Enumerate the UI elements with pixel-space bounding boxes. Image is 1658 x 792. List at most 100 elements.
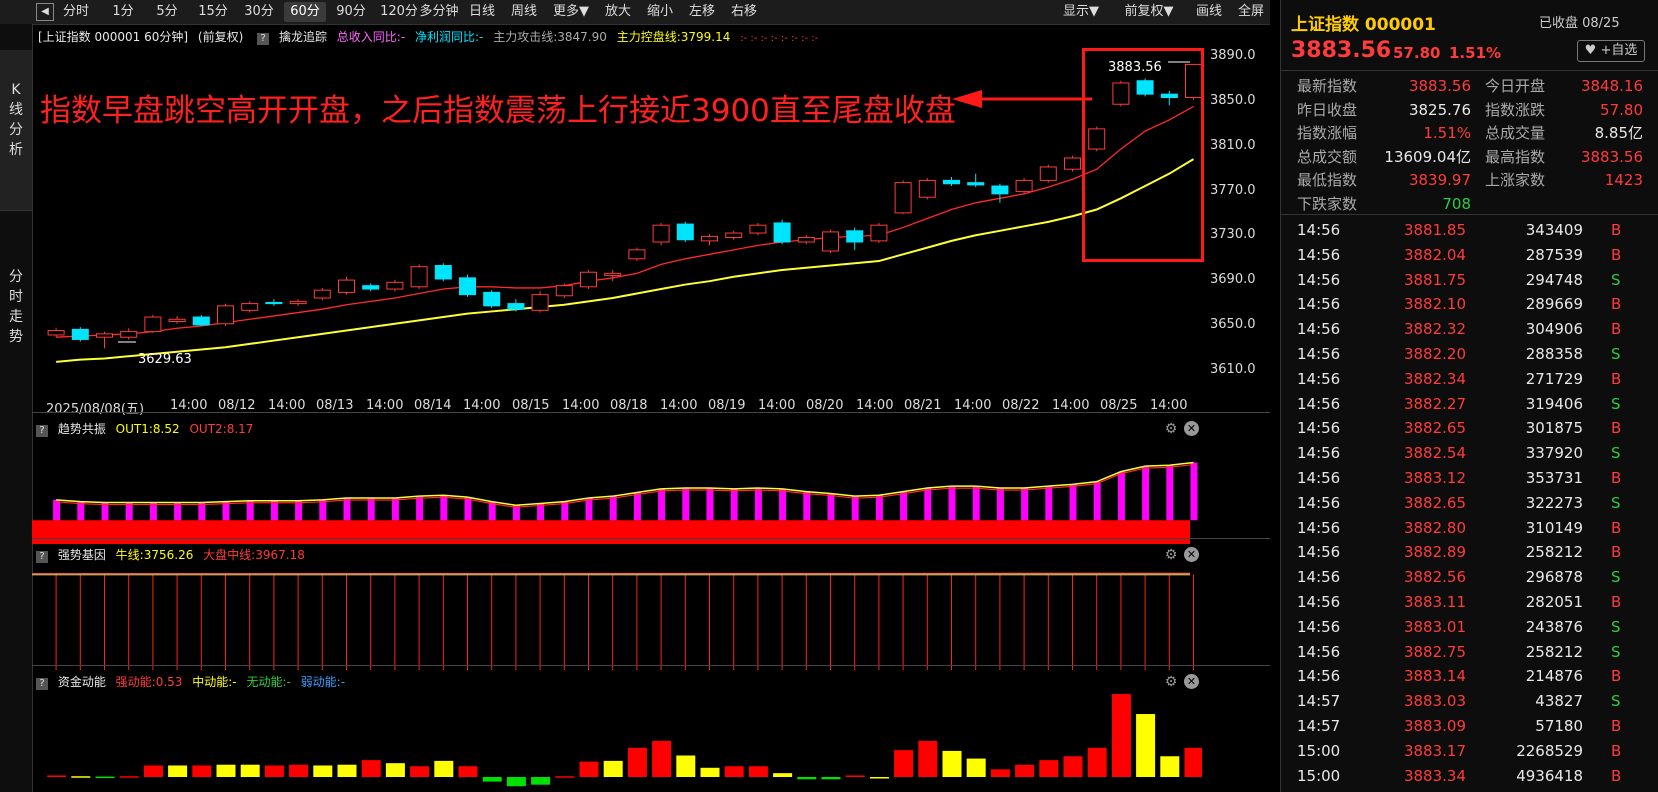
divider (1281, 214, 1658, 215)
tick-price: 3882.89 (1403, 543, 1466, 562)
indicator-bar (942, 750, 962, 777)
panel1-gear-icon[interactable]: ⚙ (1163, 421, 1179, 437)
tick-side: S (1611, 692, 1621, 711)
stat-value-right: 3883.56 (1580, 147, 1643, 166)
tick-row[interactable]: 14:56 3882.32 304906 B (1281, 317, 1658, 341)
candle-body (410, 266, 428, 288)
time-tick: 08/14 (414, 398, 452, 413)
stat-value-right: 8.85亿 (1594, 124, 1643, 142)
candle-body (47, 329, 65, 336)
indicator-bar (264, 765, 284, 777)
toolbar-button[interactable]: 显示▼ (1056, 2, 1106, 22)
stat-value-left: 708 (1442, 194, 1471, 213)
indicator-bar (972, 486, 980, 521)
attack-line-value: 主力攻击线:3847.90 (493, 30, 607, 44)
tick-row[interactable]: 14:56 3882.80 310149 B (1281, 516, 1658, 540)
toolbar-button[interactable]: 90分 (330, 2, 372, 22)
tick-price: 3882.65 (1403, 493, 1466, 512)
time-tick: 08/25 (1100, 398, 1138, 413)
tick-row[interactable]: 14:56 3883.12 353731 B (1281, 466, 1658, 490)
toolbar-button[interactable]: 全屏 (1232, 2, 1270, 22)
toolbar-button[interactable]: 周线 (504, 2, 544, 22)
tick-row[interactable]: 14:57 3883.03 43827 S (1281, 689, 1658, 713)
tick-row[interactable]: 14:56 3882.10 289669 B (1281, 292, 1658, 316)
toolbar-button[interactable]: 1分 (104, 2, 142, 22)
tick-volume: 282051 (1525, 593, 1583, 611)
toolbar-button[interactable]: 5分 (148, 2, 186, 22)
tick-time: 14:56 (1297, 320, 1341, 339)
toolbar-button[interactable]: 日线 (462, 2, 502, 22)
tab-timeshare[interactable]: 分 时 走 势 (0, 210, 32, 391)
tick-volume: 243876 (1525, 617, 1583, 636)
indicator-bar (561, 501, 569, 521)
panel2-close-icon[interactable]: ✕ (1184, 547, 1199, 562)
indicator-bar (803, 491, 811, 521)
tick-row[interactable]: 14:56 3882.54 337920 S (1281, 441, 1658, 465)
indicator-bar (603, 760, 623, 777)
tick-row[interactable]: 14:56 3882.56 296878 S (1281, 565, 1658, 589)
tick-row[interactable]: 14:56 3883.14 214876 B (1281, 664, 1658, 688)
tick-row[interactable]: 14:56 3882.89 258212 B (1281, 540, 1658, 564)
candle-body (652, 224, 670, 243)
indicator-bar (706, 488, 714, 521)
panel1-close-icon[interactable]: ✕ (1184, 421, 1199, 436)
toolbar-button[interactable]: 右移 (724, 2, 764, 22)
tick-row[interactable]: 14:56 3883.11 282051 B (1281, 590, 1658, 614)
tick-row[interactable]: 15:00 3883.34 4936418 B (1281, 764, 1658, 788)
tick-row[interactable]: 14:56 3882.65 301875 B (1281, 416, 1658, 440)
tick-time: 14:56 (1297, 667, 1341, 686)
panel3-medium: 中动能:- (192, 675, 237, 689)
tick-row[interactable]: 14:56 3881.75 294748 S (1281, 268, 1658, 292)
tick-row[interactable]: 14:56 3882.65 322273 S (1281, 491, 1658, 515)
toolbar-button[interactable]: 前复权▼ (1116, 2, 1182, 22)
panel3-help-icon[interactable]: ? (36, 678, 48, 690)
tick-volume: 294748 (1525, 270, 1583, 289)
capital-momentum-chart[interactable]: 1.100.650.21 (32, 691, 1202, 792)
back-icon[interactable]: ◀ (36, 3, 54, 21)
toolbar-button[interactable]: 放大 (598, 2, 638, 22)
candle-body (773, 222, 791, 243)
toolbar-button[interactable]: 画线 (1190, 2, 1228, 22)
indicator-bar (1069, 484, 1077, 521)
add-watchlist-button[interactable]: ♥ +自选 (1577, 40, 1645, 62)
stat-label: 指数涨跌 (1485, 100, 1546, 119)
tick-row[interactable]: 15:00 3883.17 2268529 B (1281, 739, 1658, 763)
tick-row[interactable]: 14:56 3882.27 319406 S (1281, 392, 1658, 416)
time-tick: 14:00 (1150, 398, 1188, 413)
toolbar-button[interactable]: 30分 (238, 2, 280, 22)
panel3-close-icon[interactable]: ✕ (1184, 674, 1199, 689)
tick-row[interactable]: 14:56 3881.85 343409 B (1281, 218, 1658, 242)
tick-row[interactable]: 14:56 3882.75 258212 S (1281, 640, 1658, 664)
panel2-gear-icon[interactable]: ⚙ (1163, 547, 1179, 563)
tick-row[interactable]: 14:56 3883.01 243876 S (1281, 615, 1658, 639)
annotation-text: 指数早盘跳空高开开盘，之后指数震荡上行接近3900直至尾盘收盘 (40, 93, 956, 129)
tick-time: 15:00 (1297, 766, 1341, 785)
indicator-bar (700, 767, 720, 777)
panel1-out2: OUT2:8.17 (189, 422, 254, 436)
trend-resonance-chart[interactable]: 8.525.011.51 (32, 438, 1202, 544)
tick-row[interactable]: 14:56 3882.34 271729 B (1281, 367, 1658, 391)
tab-kline-analysis[interactable]: K 线 分 析 (0, 50, 32, 210)
indicator-bar (149, 502, 157, 521)
panel3-gear-icon[interactable]: ⚙ (1163, 674, 1179, 690)
strength-gene-chart[interactable]: 396726451322 (32, 564, 1202, 670)
toolbar-button[interactable]: 左移 (682, 2, 722, 22)
indicator-bar (198, 502, 206, 521)
toolbar-button[interactable]: 缩小 (640, 2, 680, 22)
stat-value-left: 3839.97 (1408, 171, 1471, 189)
panel3-weak: 弱动能:- (300, 675, 346, 689)
tick-row[interactable]: 14:57 3883.09 57180 B (1281, 714, 1658, 738)
toolbar-button[interactable]: 60分 (284, 2, 326, 22)
tick-side: B (1611, 741, 1622, 760)
indicator-bar (361, 760, 381, 777)
toolbar-button[interactable]: 多分钟 (414, 2, 464, 22)
toolbar-button[interactable]: 15分 (192, 2, 234, 22)
tick-row[interactable]: 14:56 3882.04 287539 B (1281, 243, 1658, 267)
indicator-bar (246, 500, 254, 521)
toolbar-button[interactable]: 更多▼ (546, 2, 596, 22)
profit-yoy: 净利润同比:- (414, 30, 484, 44)
tick-row[interactable]: 14:56 3882.20 288358 S (1281, 342, 1658, 366)
panel2-help-icon[interactable]: ? (36, 551, 48, 563)
toolbar-button[interactable]: 分时 (54, 2, 98, 22)
panel1-help-icon[interactable]: ? (36, 425, 48, 437)
